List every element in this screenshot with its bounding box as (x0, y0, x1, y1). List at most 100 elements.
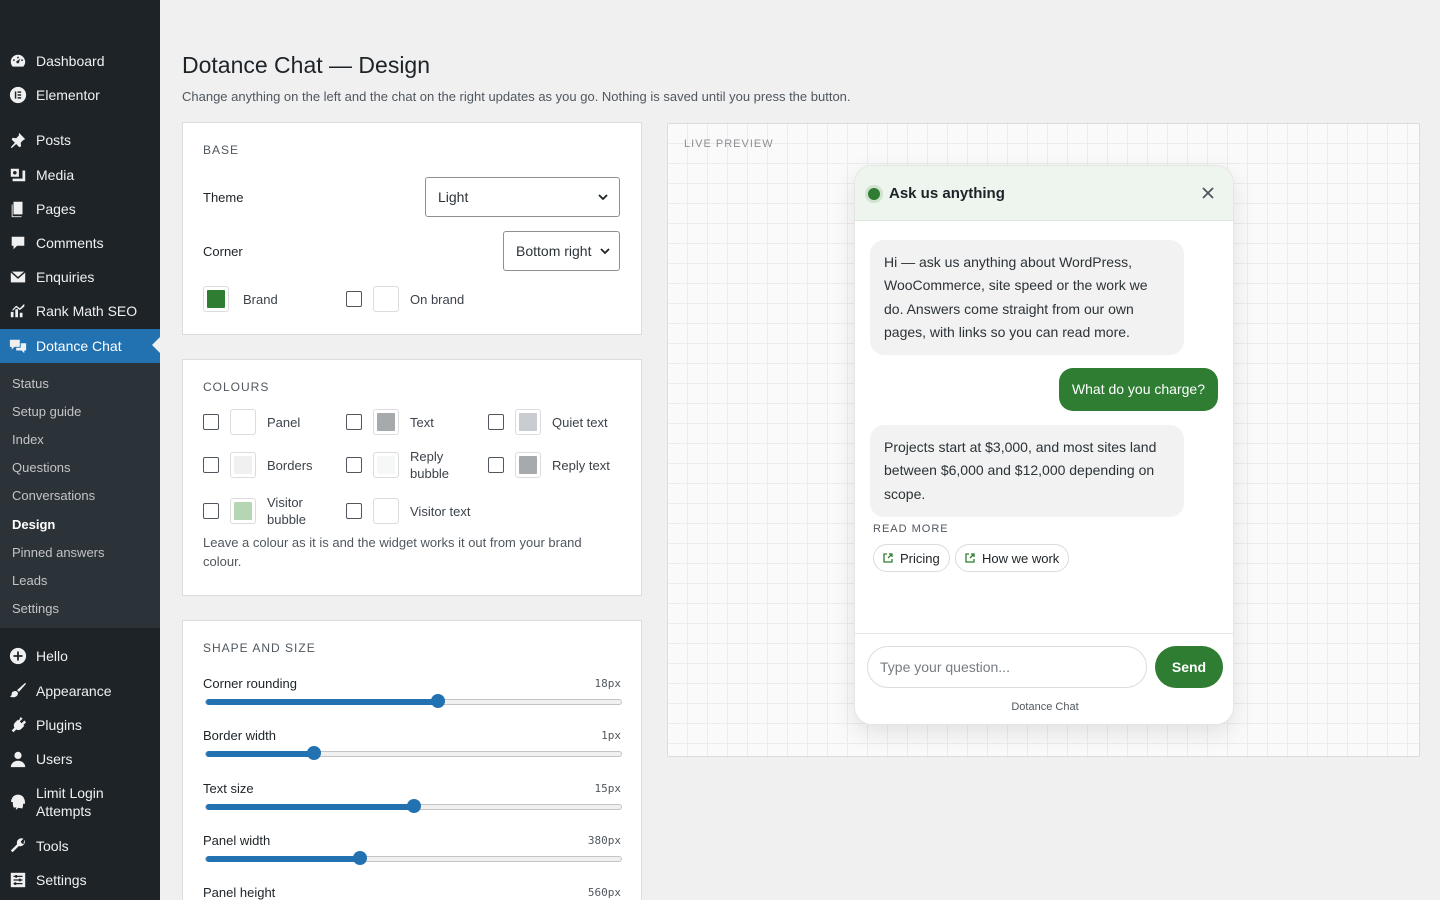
chevron-down-icon (598, 194, 608, 201)
text-colour-label: Text (410, 415, 434, 430)
slider-thumb[interactable] (406, 799, 421, 813)
user-message: What do you charge? (1058, 368, 1218, 412)
slider-thumb[interactable] (306, 746, 321, 760)
panel-width-slider[interactable] (205, 851, 622, 865)
submenu-item-index[interactable]: Index (12, 432, 44, 447)
menu-item-users[interactable]: Users (0, 742, 160, 776)
menu-item-posts[interactable]: Posts (0, 123, 160, 157)
chat-widget: Ask us anything Hi — ask us anything abo… (854, 165, 1234, 725)
menu-item-comments[interactable]: Comments (0, 226, 160, 260)
color-chip (234, 413, 252, 431)
menu-label: Dotance Chat (36, 338, 122, 354)
on-brand-swatch[interactable] (373, 286, 399, 312)
close-icon[interactable] (1199, 184, 1217, 202)
theme-label: Theme (203, 190, 244, 205)
submenu-item-conversations[interactable]: Conversations (12, 488, 95, 503)
border-width-slider[interactable] (205, 746, 622, 760)
submenu-item-design[interactable]: Design (12, 517, 55, 532)
menu-item-appearance[interactable]: Appearance (0, 674, 160, 708)
read-more-label: READ MORE (873, 523, 949, 535)
chat-question-input[interactable] (867, 646, 1147, 688)
panel-colour-checkbox[interactable] (203, 414, 219, 430)
brand-swatch[interactable] (203, 286, 229, 312)
menu-label: Tools (36, 838, 69, 854)
external-link-icon (883, 553, 893, 563)
source-link-pricing[interactable]: Pricing (873, 544, 950, 572)
visitor-text-colour-checkbox[interactable] (346, 503, 362, 519)
reply-bubble-colour-swatch[interactable] (373, 452, 399, 478)
brand-label: Brand (243, 292, 278, 307)
corner-select[interactable]: Bottom right (503, 231, 620, 271)
settings-icon (8, 870, 28, 890)
slider-thumb[interactable] (352, 851, 367, 865)
menu-label: Plugins (36, 717, 82, 733)
visitor-bubble-colour-swatch[interactable] (230, 498, 256, 524)
menu-label: Elementor (36, 87, 100, 103)
reply-bubble-colour-checkbox[interactable] (346, 457, 362, 473)
text-size-slider[interactable] (205, 799, 622, 813)
quiet-text-colour-swatch[interactable] (515, 409, 541, 435)
menu-item-media[interactable]: Media (0, 158, 160, 192)
panel-colour-swatch[interactable] (230, 409, 256, 435)
theme-select[interactable]: Light (425, 177, 620, 217)
borders-colour-label: Borders (267, 458, 313, 473)
menu-label: Enquiries (36, 269, 95, 285)
menu-item-rank-math[interactable]: Rank Math SEO (0, 294, 160, 328)
source-link-how-we-work[interactable]: How we work (955, 544, 1070, 572)
admin-sidebar: Dashboard Elementor Posts Media Pages Co… (0, 0, 160, 900)
on-brand-checkbox[interactable] (346, 291, 362, 307)
menu-label: Posts (36, 132, 72, 148)
text-colour-checkbox[interactable] (346, 414, 362, 430)
wrench-icon (8, 836, 28, 856)
menu-item-limit-login-attempts[interactable]: Limit Login Attempts (0, 784, 160, 820)
visitor-bubble-colour-checkbox[interactable] (203, 503, 219, 519)
menu-label: Rank Math SEO (36, 303, 138, 319)
text-size-value: 15px (594, 782, 622, 795)
menu-label: Appearance (36, 683, 112, 699)
plus-circle-icon (8, 646, 28, 666)
menu-label: Limit Login Attempts (36, 785, 104, 819)
bot-message: Projects start at $3,000, and most sites… (870, 425, 1184, 517)
submenu-item-leads[interactable]: Leads (12, 573, 47, 588)
fingerprint-icon (8, 792, 28, 812)
plug-icon (8, 715, 28, 735)
reply-text-colour-swatch[interactable] (515, 452, 541, 478)
menu-item-enquiries[interactable]: Enquiries (0, 260, 160, 294)
colours-help-text: Leave a colour as it is and the widget w… (203, 535, 582, 569)
pages-icon (8, 199, 28, 219)
submenu-item-settings[interactable]: Settings (12, 601, 59, 616)
color-chip (234, 456, 252, 474)
slider-thumb[interactable] (431, 694, 446, 708)
panel-width-label: Panel width (203, 833, 271, 848)
menu-item-dotance-chat[interactable]: Dotance Chat (0, 329, 160, 363)
borders-colour-swatch[interactable] (230, 452, 256, 478)
quiet-text-colour-label: Quiet text (552, 415, 608, 430)
corner-rounding-slider[interactable] (205, 694, 622, 708)
reply-text-colour-checkbox[interactable] (488, 457, 504, 473)
menu-item-settings[interactable]: Settings (0, 863, 160, 897)
send-button[interactable]: Send (1155, 646, 1223, 688)
submenu-item-pinned-answers[interactable]: Pinned answers (12, 545, 105, 560)
menu-item-plugins[interactable]: Plugins (0, 708, 160, 742)
section-title: BASE (203, 143, 240, 157)
submenu-item-questions[interactable]: Questions (12, 460, 71, 475)
submenu-item-setup-guide[interactable]: Setup guide (12, 404, 81, 419)
source-link-label: How we work (982, 550, 1060, 566)
menu-item-dashboard[interactable]: Dashboard (0, 44, 160, 78)
borders-colour-checkbox[interactable] (203, 457, 219, 473)
submenu-item-status[interactable]: Status (12, 376, 49, 391)
chat-title: Ask us anything (889, 185, 1005, 202)
brush-icon (8, 681, 28, 701)
theme-select-value: Light (438, 189, 469, 205)
chat-icon (8, 336, 28, 356)
panel-colour-label: Panel (267, 415, 301, 430)
quiet-text-colour-checkbox[interactable] (488, 414, 504, 430)
menu-item-tools[interactable]: Tools (0, 829, 160, 863)
visitor-text-colour-swatch[interactable] (373, 498, 399, 524)
panel-height-label: Panel height (203, 885, 276, 900)
menu-item-pages[interactable]: Pages (0, 192, 160, 226)
text-colour-swatch[interactable] (373, 409, 399, 435)
menu-item-hello[interactable]: Hello (0, 639, 160, 673)
color-chip (377, 502, 395, 520)
menu-item-elementor[interactable]: Elementor (0, 78, 160, 112)
